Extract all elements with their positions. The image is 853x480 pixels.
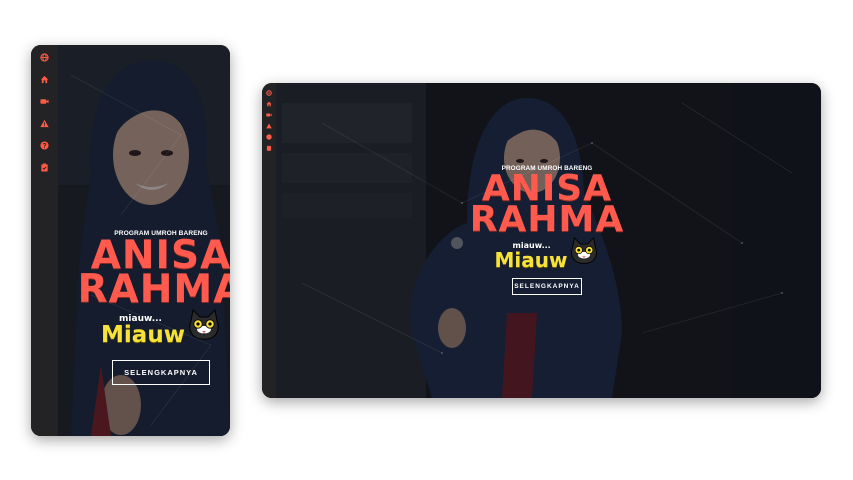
home-icon[interactable] [266, 101, 272, 107]
cta-button[interactable]: SELENGKAPNYA [512, 278, 582, 295]
sidebar [262, 83, 276, 398]
miauw-logo: miauw... Miauw [101, 308, 221, 348]
help-icon[interactable] [266, 134, 272, 140]
miauw-logo: miauw... Miauw [494, 236, 600, 272]
desktop-preview: PROGRAM UMROH BARENG ANISA RAHMA miauw..… [262, 83, 821, 398]
globe-icon[interactable] [266, 90, 272, 96]
miauw-big-text: Miauw [101, 322, 185, 348]
hero-title: ANISA RAHMA [469, 171, 625, 240]
warning-icon[interactable] [40, 119, 49, 128]
video-icon[interactable] [266, 112, 272, 118]
clipboard-icon[interactable] [40, 163, 49, 172]
cta-button[interactable]: SELENGKAPNYA [112, 360, 210, 385]
hero-title: ANISA RAHMA [77, 236, 230, 312]
hero-title-line-2: RAHMA [77, 267, 230, 312]
clipboard-icon[interactable] [266, 145, 272, 151]
help-icon[interactable] [40, 141, 49, 150]
mobile-preview: PROGRAM UMROH BARENG ANISA RAHMA miauw..… [31, 45, 230, 436]
cat-face-icon [187, 308, 221, 346]
sidebar [31, 45, 58, 436]
miauw-big-text: Miauw [494, 248, 568, 272]
hero-content: PROGRAM UMROH BARENG ANISA RAHMA miauw..… [78, 230, 230, 385]
hero-content: PROGRAM UMROH BARENG ANISA RAHMA miauw..… [470, 165, 623, 295]
globe-icon[interactable] [40, 53, 49, 62]
hero-title-line-2: RAHMA [469, 199, 625, 240]
home-icon[interactable] [40, 75, 49, 84]
warning-icon[interactable] [266, 123, 272, 129]
cat-face-icon [569, 236, 599, 270]
video-icon[interactable] [40, 97, 49, 106]
